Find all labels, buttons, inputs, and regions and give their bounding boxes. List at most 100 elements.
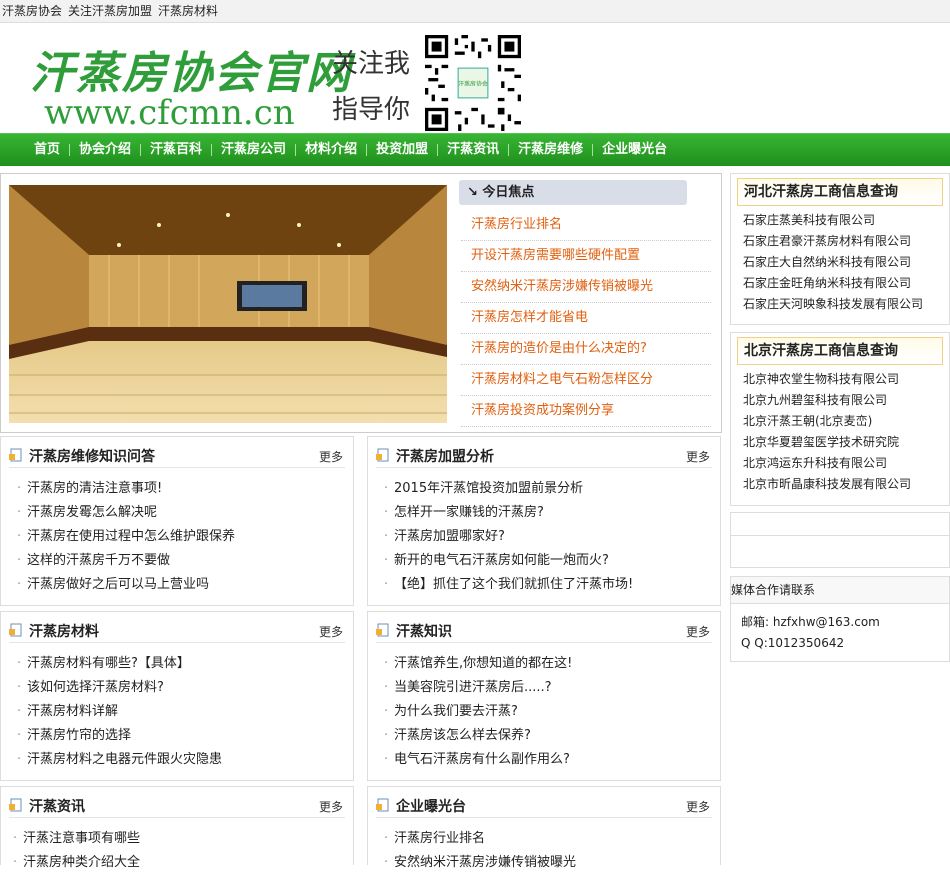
site-logo-url[interactable]: www.cfcmn.cn [44,93,295,133]
list-item[interactable]: 汗蒸房材料详解 [17,700,222,724]
box-title: 汗蒸房材料 [29,624,99,640]
box-title: 汗蒸房加盟分析 [396,449,494,465]
list-item[interactable]: 新开的电气石汗蒸房如何能一炮而火? [384,549,633,573]
list-item[interactable]: 汗蒸房在使用过程中怎么维护跟保养 [17,525,235,549]
list-item[interactable]: 汗蒸房该怎么样去保养? [384,724,572,748]
focus-item[interactable]: 开设汗蒸房需要哪些硬件配置 [461,241,711,272]
nav-news[interactable]: 汗蒸资讯 [437,134,510,166]
list-item[interactable]: 2015年汗蒸馆投资加盟前景分析 [384,477,633,501]
top-bar: 汗蒸房协会 关注汗蒸房加盟 汗蒸房材料 [0,0,950,23]
list-item[interactable]: 汗蒸房加盟哪家好? [384,525,633,549]
company-link[interactable]: 北京汗蒸王朝(北京麦峦) [743,411,949,432]
document-icon [9,448,22,462]
focus-item[interactable]: 汗蒸房行业排名 [461,210,711,241]
nav-encyclopedia[interactable]: 汗蒸百科 [140,134,213,166]
more-link[interactable]: 更多 [686,448,710,465]
company-link[interactable]: 石家庄天河映象科技发展有限公司 [743,294,949,315]
nav-repair[interactable]: 汗蒸房维修 [508,134,594,166]
nav-companies[interactable]: 汗蒸房公司 [211,134,297,166]
focus-heading-text: 今日焦点 [482,185,535,200]
more-link[interactable]: 更多 [319,448,343,465]
media-qq: Q Q:1012350642 [741,636,845,650]
company-link[interactable]: 北京市昕晶康科技发展有限公司 [743,474,949,495]
list-item[interactable]: 为什么我们要去汗蒸? [384,700,572,724]
list-item[interactable]: 汗蒸房的清洁注意事项! [17,477,235,501]
header: 汗蒸房协会官网 www.cfcmn.cn 关注我 指导你 汗蒸房协会 [0,23,950,133]
qr-code-icon: 汗蒸房协会 [425,35,521,131]
list-item[interactable]: 安然纳米汗蒸房涉嫌传销被曝光 [384,851,576,875]
company-link[interactable]: 石家庄蒸美科技有限公司 [743,210,949,231]
more-link[interactable]: 更多 [319,798,343,815]
nav-franchise[interactable]: 投资加盟 [366,134,439,166]
focus-item[interactable]: 汗蒸房投资成功案例分享 [461,396,711,427]
list-item[interactable]: 该如何选择汗蒸房材料? [17,676,222,700]
company-link[interactable]: 北京华夏碧玺医学技术研究院 [743,432,949,453]
box-list: 汗蒸房材料有哪些?【具体】 该如何选择汗蒸房材料? 汗蒸房材料详解 汗蒸房竹帘的… [17,652,222,772]
nav-home[interactable]: 首页 [24,134,71,166]
sidebar-title: 北京汗蒸房工商信息查询 [737,337,943,365]
box-header: 企业曝光台 更多 [376,795,712,818]
more-link[interactable]: 更多 [686,623,710,640]
company-link[interactable]: 石家庄大自然纳米科技有限公司 [743,252,949,273]
site-logo-text[interactable]: 汗蒸房协会官网 [30,37,352,101]
box-title: 汗蒸知识 [396,624,452,640]
box-header: 汗蒸房材料 更多 [9,620,345,643]
sidebar-beijing: 北京汗蒸房工商信息查询 北京神农堂生物科技有限公司 北京九州碧玺科技有限公司 北… [730,332,950,506]
box-title: 企业曝光台 [396,799,466,815]
focus-item[interactable]: 汗蒸房的造价是由什么决定的? [461,334,711,365]
list-item[interactable]: 当美容院引进汗蒸房后.....? [384,676,572,700]
top-link-franchise[interactable]: 关注汗蒸房加盟 [68,4,152,18]
company-link[interactable]: 北京神农堂生物科技有限公司 [743,369,949,390]
qr-center-text: 汗蒸房协会 [458,80,488,88]
box-header: 汗蒸资讯 更多 [9,795,345,818]
box-materials: 汗蒸房材料 更多 汗蒸房材料有哪些?【具体】 该如何选择汗蒸房材料? 汗蒸房材料… [0,611,354,781]
box-repair-qa: 汗蒸房维修知识问答 更多 汗蒸房的清洁注意事项! 汗蒸房发霉怎么解决呢 汗蒸房在… [0,436,354,606]
company-link[interactable]: 石家庄金旺角纳米科技有限公司 [743,273,949,294]
list-item[interactable]: 汗蒸房竹帘的选择 [17,724,222,748]
top-link-materials[interactable]: 汗蒸房材料 [158,4,218,18]
list-item[interactable]: 【绝】抓住了这个我们就抓住了汗蒸市场! [384,573,633,597]
list-item[interactable]: 汗蒸注意事项有哪些 [13,827,140,851]
box-header: 汗蒸房加盟分析 更多 [376,445,712,468]
company-link[interactable]: 北京九州碧玺科技有限公司 [743,390,949,411]
focus-item[interactable]: 汗蒸房材料之电气石粉怎样区分 [461,365,711,396]
list-item[interactable]: 这样的汗蒸房千万不要做 [17,549,235,573]
box-exposure: 企业曝光台 更多 汗蒸房行业排名 安然纳米汗蒸房涉嫌传销被曝光 [367,786,721,875]
focus-item[interactable]: 汗蒸房怎样才能省电 [461,303,711,334]
focus-section: ↘ 今日焦点 汗蒸房行业排名 开设汗蒸房需要哪些硬件配置 安然纳米汗蒸房涉嫌传销… [0,173,722,433]
list-item[interactable]: 汗蒸房材料之电器元件跟火灾隐患 [17,748,222,772]
box-news: 汗蒸资讯 更多 汗蒸注意事项有哪些 汗蒸房种类介绍大全 [0,786,354,875]
box-list: 汗蒸馆养生,你想知道的都在这! 当美容院引进汗蒸房后.....? 为什么我们要去… [384,652,572,772]
media-contact: 媒体合作请联系 邮箱: hzfxhw@163.com Q Q:101235064… [730,576,950,662]
box-title: 汗蒸房维修知识问答 [29,449,155,465]
company-link[interactable]: 石家庄君豪汗蒸房材料有限公司 [743,231,949,252]
list-item[interactable]: 汗蒸房材料有哪些?【具体】 [17,652,222,676]
box-knowledge: 汗蒸知识 更多 汗蒸馆养生,你想知道的都在这! 当美容院引进汗蒸房后.....?… [367,611,721,781]
list-item[interactable]: 汗蒸房行业排名 [384,827,576,851]
list-item[interactable]: 汗蒸馆养生,你想知道的都在这! [384,652,572,676]
document-icon [9,798,22,812]
more-link[interactable]: 更多 [319,623,343,640]
nav-materials[interactable]: 材料介绍 [295,134,368,166]
list-item[interactable]: 电气石汗蒸房有什么副作用么? [384,748,572,772]
list-item[interactable]: 怎样开一家赚钱的汗蒸房? [384,501,633,525]
company-link[interactable]: 北京鸿运东升科技有限公司 [743,453,949,474]
sidebar-list: 石家庄蒸美科技有限公司 石家庄君豪汗蒸房材料有限公司 石家庄大自然纳米科技有限公… [743,210,949,315]
sauna-room-photo[interactable] [9,185,447,423]
sidebar-list: 北京神农堂生物科技有限公司 北京九州碧玺科技有限公司 北京汗蒸王朝(北京麦峦) … [743,369,949,495]
more-link[interactable]: 更多 [686,798,710,815]
list-item[interactable]: 汗蒸房发霉怎么解决呢 [17,501,235,525]
media-email[interactable]: 邮箱: hzfxhw@163.com [741,612,949,633]
nav-exposure[interactable]: 企业曝光台 [592,134,676,166]
follow-text: 关注我 指导你 [332,41,410,133]
box-header: 汗蒸知识 更多 [376,620,712,643]
top-link-association[interactable]: 汗蒸房协会 [2,4,62,18]
box-franchise-analysis: 汗蒸房加盟分析 更多 2015年汗蒸馆投资加盟前景分析 怎样开一家赚钱的汗蒸房?… [367,436,721,606]
list-item[interactable]: 汗蒸房做好之后可以马上营业吗 [17,573,235,597]
focus-item[interactable]: 安然纳米汗蒸房涉嫌传销被曝光 [461,272,711,303]
document-icon [9,623,22,637]
list-item[interactable]: 汗蒸房种类介绍大全 [13,851,140,875]
box-list: 2015年汗蒸馆投资加盟前景分析 怎样开一家赚钱的汗蒸房? 汗蒸房加盟哪家好? … [384,477,633,597]
nav-about[interactable]: 协会介绍 [69,134,142,166]
document-icon [376,448,389,462]
